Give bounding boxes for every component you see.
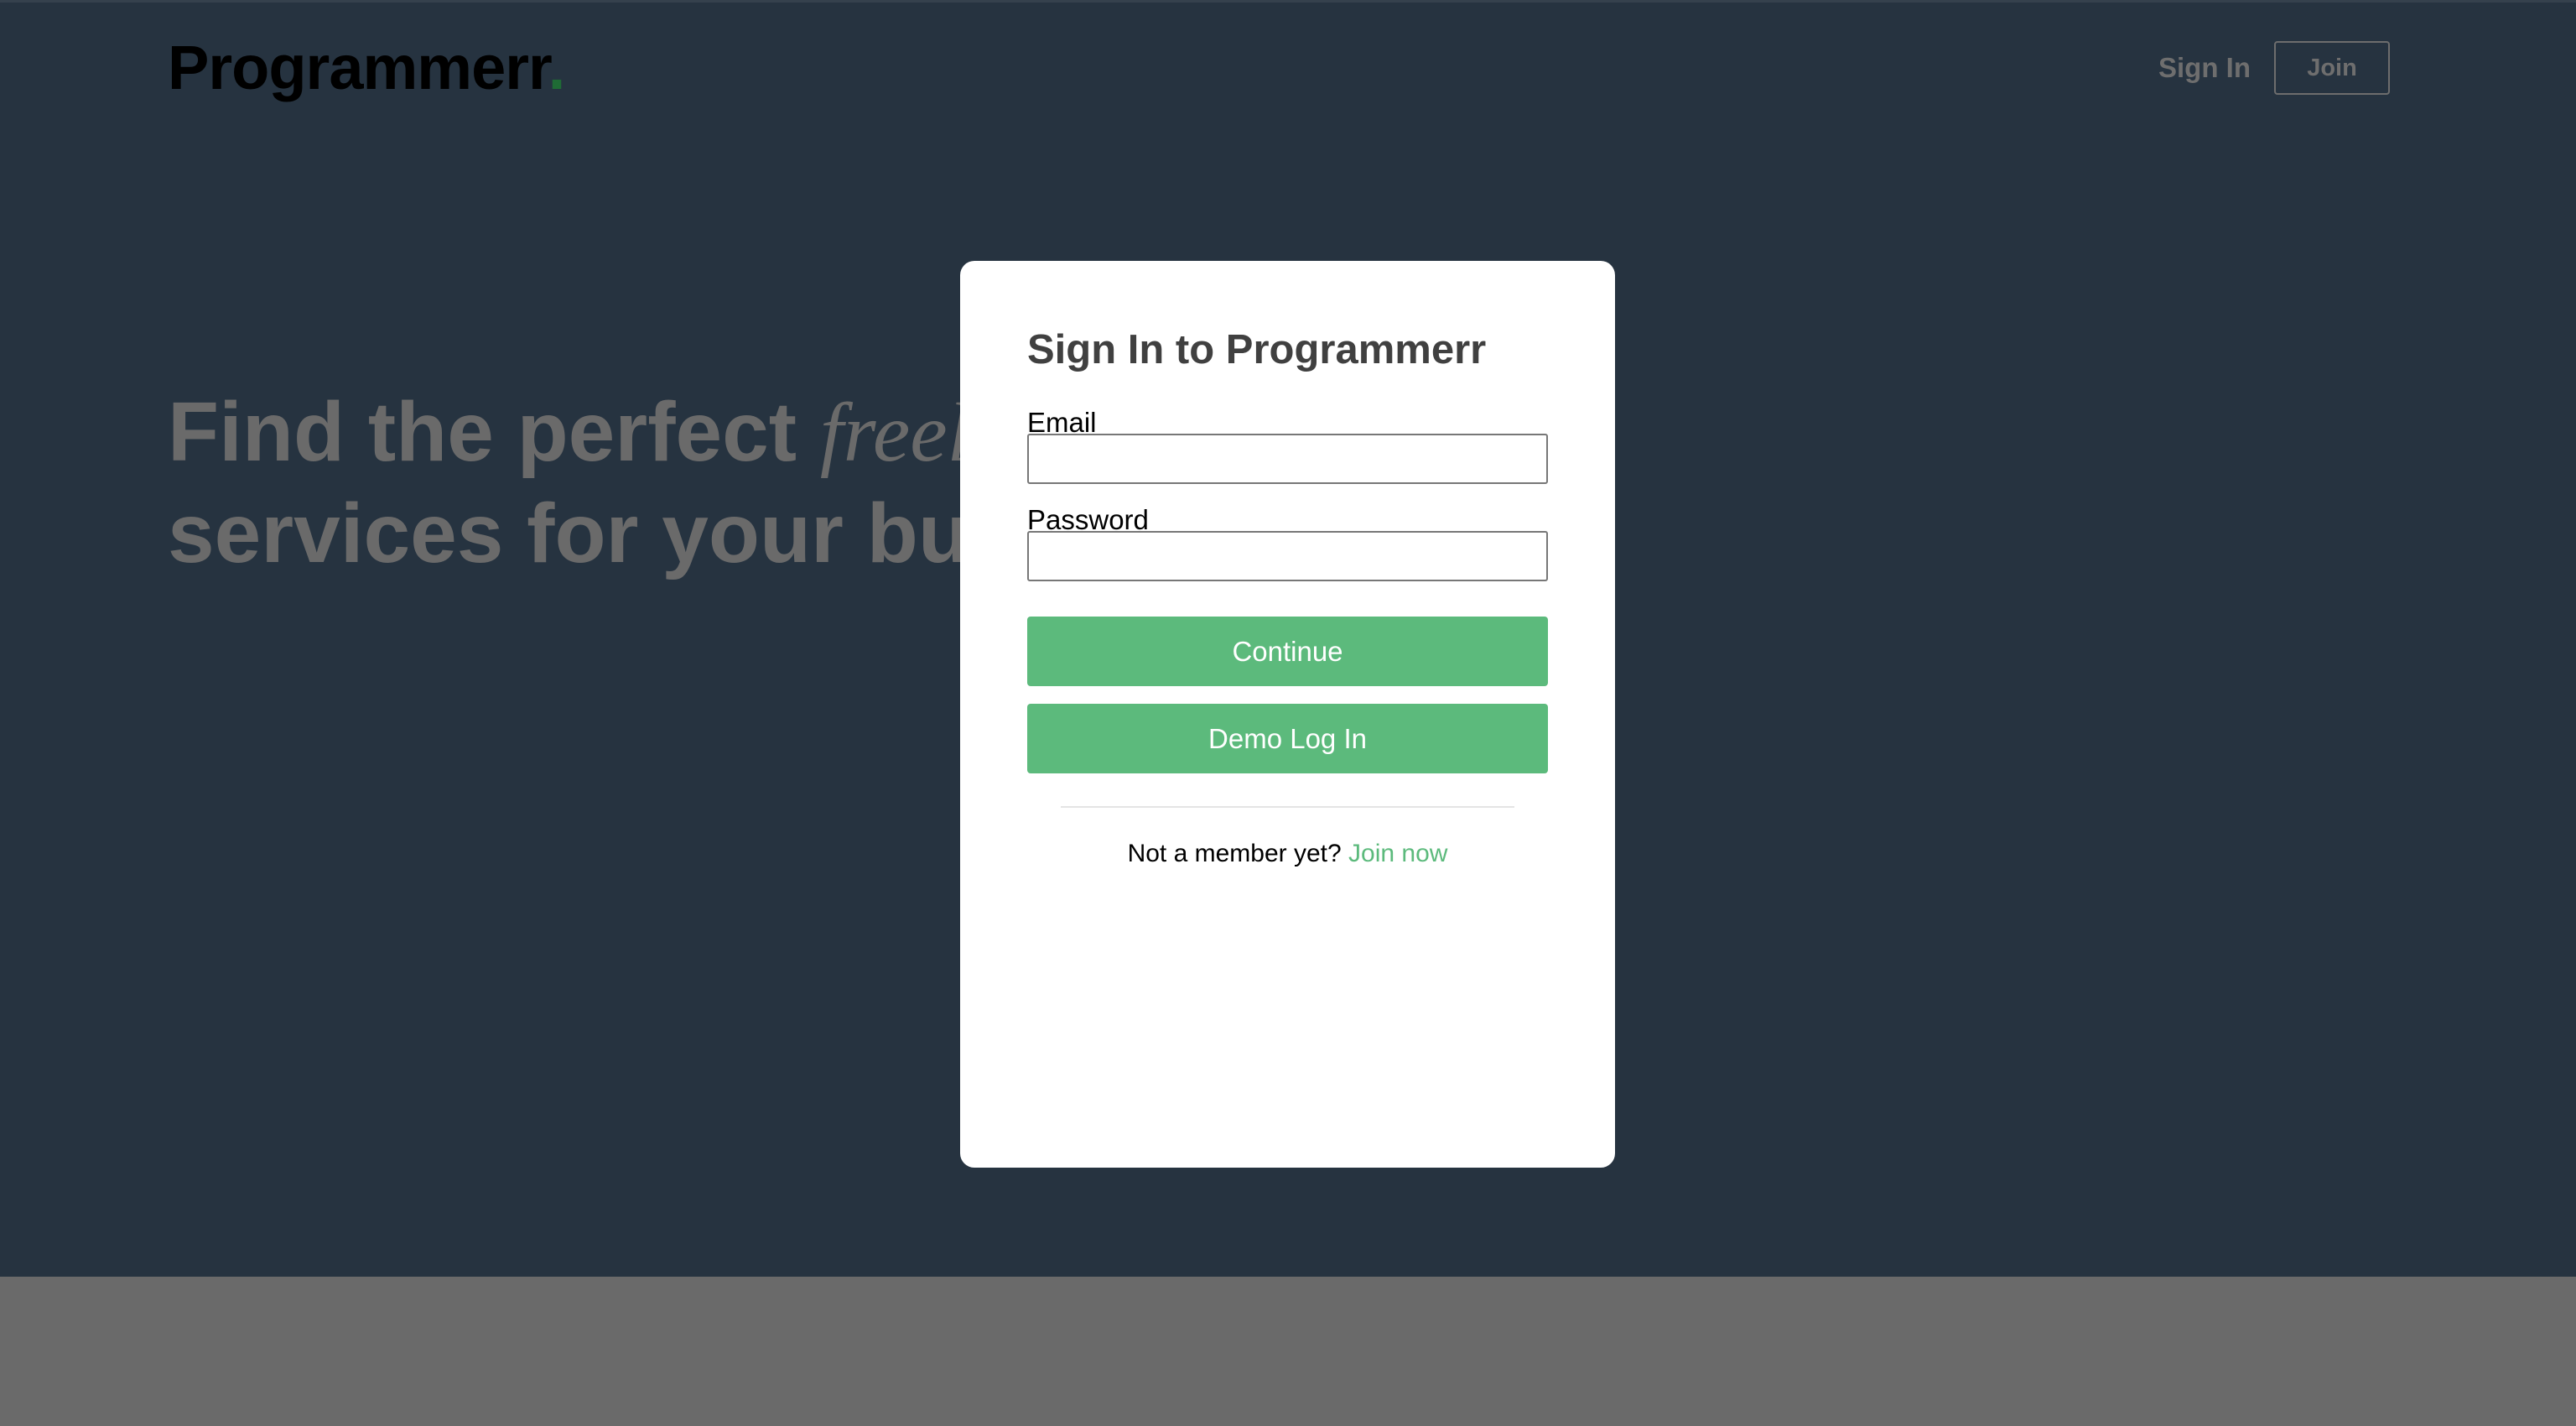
sign-in-modal: Sign In to Programmerr Email Password Co… <box>960 261 1615 1168</box>
demo-login-button[interactable]: Demo Log In <box>1027 704 1548 773</box>
password-field[interactable] <box>1027 531 1548 581</box>
email-field[interactable] <box>1027 434 1548 484</box>
modal-divider <box>1061 806 1514 808</box>
nav-sign-in-link[interactable]: Sign In <box>2158 52 2251 84</box>
join-now-link[interactable]: Join now <box>1348 840 1447 867</box>
hero-headline: Find the perfect freela services for you… <box>168 382 1073 584</box>
continue-button[interactable]: Continue <box>1027 617 1548 686</box>
join-prompt-row: Not a member yet? Join now <box>960 840 1615 868</box>
nav-join-button[interactable]: Join <box>2274 41 2390 95</box>
bottom-overlay-band <box>0 1277 2576 1426</box>
modal-title: Sign In to Programmerr <box>1027 327 1487 372</box>
join-prompt-text: Not a member yet? <box>1127 840 1349 867</box>
headline-line-2: services for your bus <box>168 487 1016 580</box>
logo-text: Programmerr <box>168 33 549 102</box>
logo-dot: . <box>548 33 566 102</box>
headline-line-1: Find the perfect freela <box>168 382 1073 483</box>
headline-prefix: Find the perfect <box>168 385 820 479</box>
programmerr-logo[interactable]: Programmerr. <box>168 32 566 103</box>
page: Programmerr. Sign In Join Find the perfe… <box>0 0 2576 1426</box>
top-border <box>0 0 2576 3</box>
